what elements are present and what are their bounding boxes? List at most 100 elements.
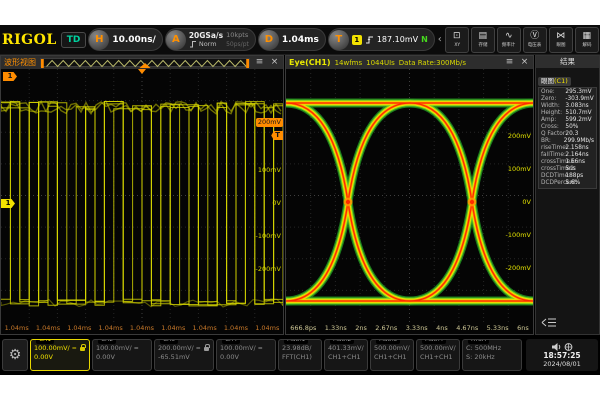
toolbar-prev-icon[interactable]: ‹: [437, 34, 443, 45]
sample-rate-group: 20GSa/s Norm: [189, 31, 223, 49]
acquire-knob[interactable]: A: [166, 30, 186, 50]
trigger-source-badge: 1: [352, 35, 362, 45]
results-tab-eye[interactable]: 眼图(C1): [538, 77, 571, 86]
eye-titlebar[interactable]: Eye(CH1) 14wfms 1044UIs Data Rate:300Mb/…: [286, 56, 533, 69]
math-scale: 500.00mV/: [420, 344, 456, 353]
horizontal-knob[interactable]: H: [89, 30, 109, 50]
top-toolbar: RIGOL T D H 10.00ns/ A 20GSa/s Norm 10kpt…: [0, 25, 600, 55]
dc-coupling-icon: =: [72, 344, 77, 353]
result-row: Zero:-303.9mV: [541, 96, 594, 103]
trigger-position-icon[interactable]: [138, 69, 146, 74]
result-row: Cross:50%: [541, 124, 594, 131]
measurement-label: DCDPercent:: [541, 180, 565, 187]
x-axis-label: 4ns: [436, 324, 448, 332]
measurement-value: 2.164ns: [565, 152, 588, 159]
measurement-value: 2.158ns: [565, 145, 588, 152]
trigger-control[interactable]: T 1 187.10mV N: [328, 28, 435, 51]
math-function: CH1+CH1: [420, 353, 456, 362]
delay-knob[interactable]: D: [259, 30, 279, 50]
measurement-value: 3.083ns: [565, 103, 588, 110]
channel-block-ch3[interactable]: CH3200.00mV/=-65.51mV: [154, 339, 214, 371]
x-axis-label: 1.04ms: [255, 324, 279, 332]
eye-diagram-button[interactable]: ⋈眼图: [549, 27, 573, 53]
measurement-label: crossTime2:: [541, 166, 565, 173]
channel-scale: 100.00mV/=: [34, 344, 86, 353]
sample-rate: 20GSa/s: [189, 31, 223, 40]
eye-plot-area[interactable]: [286, 69, 533, 322]
result-row: DCDTime:188ps: [541, 173, 594, 180]
x-axis-label: 5.33ns: [487, 324, 509, 332]
dc-coupling-icon: =: [134, 344, 139, 353]
math-tab: Math3: [376, 339, 400, 344]
window-close-icon[interactable]: ×: [269, 57, 280, 68]
toolbar-button-label: 解码: [582, 42, 591, 47]
measurement-value: 188ps: [565, 173, 583, 180]
trigger-knob[interactable]: T: [329, 30, 349, 50]
x-axis-label: 4.67ns: [456, 324, 478, 332]
window-menu-icon[interactable]: ≡: [504, 57, 515, 68]
results-header: 结果: [536, 56, 599, 68]
x-axis-label: 1.04ms: [36, 324, 60, 332]
trigger-level-value: 187.10mV: [377, 35, 418, 44]
storage-icon: ▤: [479, 31, 488, 42]
measurement-label: Height:: [541, 110, 565, 117]
math-block-math3[interactable]: Math3500.00mV/CH1+CH1: [370, 339, 414, 371]
sample-resolution: 50ps/pt: [226, 40, 249, 49]
delay-value: 1.04ms: [282, 35, 319, 45]
channel-tab: CH1: [36, 339, 54, 344]
toolbar-button-label: 频率计: [502, 42, 516, 47]
channel-block-ch2[interactable]: CH2100.00mV/=0.00V: [92, 339, 152, 371]
channel-scale: 100.00mV/=: [220, 344, 272, 353]
y-axis-label: 0V: [522, 198, 531, 206]
waveform-overview-strip[interactable]: [40, 58, 250, 67]
math-block-math1[interactable]: Math123.98dB/FFT(CH1): [278, 339, 322, 371]
voltmeter-icon: Ⓥ: [530, 31, 539, 42]
toolbar: ⊡XY▤存储∿频率计Ⓥ电压表⋈眼图▦解码◉波形录制: [445, 27, 600, 53]
settings-gear-button[interactable]: ⚙: [2, 339, 28, 371]
sidebar-menu-icon[interactable]: [541, 317, 557, 328]
waveform-plot: [1, 69, 283, 322]
math-tab: Math1: [284, 339, 308, 344]
channel-blocks: CH1100.00mV/=0.00VCH2100.00mV/=0.00VCH32…: [30, 339, 276, 371]
rigol-logo: RIGOL: [2, 32, 57, 48]
clock-block[interactable]: 18:57:25 2024/08/01: [526, 339, 598, 371]
counter-button[interactable]: ∿频率计: [497, 27, 521, 53]
math-function: FFT(CH1): [282, 353, 318, 362]
eye-uis-count: 1044UIs: [366, 59, 395, 67]
delay-control[interactable]: D 1.04ms: [258, 28, 326, 51]
math-scale: 23.98dB/: [282, 344, 318, 353]
measurement-label: fallTime:: [541, 152, 565, 159]
math-scale: 500.00mV/: [374, 344, 410, 353]
y-axis-label: -100mV: [255, 232, 281, 240]
decode-icon: ▦: [583, 31, 592, 42]
voltmeter-button[interactable]: Ⓥ电压表: [523, 27, 547, 53]
storage-button[interactable]: ▤存储: [471, 27, 495, 53]
acquisition-control[interactable]: A 20GSa/s Norm 10kpts 50ps/pt: [165, 28, 256, 51]
measurement-label: Width:: [541, 103, 565, 110]
window-menu-icon[interactable]: ≡: [254, 57, 265, 68]
measurement-value: 599.2mV: [565, 117, 591, 124]
toolbar-button-label: 电压表: [528, 42, 542, 47]
eye-data-rate: Data Rate:300Mb/s: [399, 59, 466, 67]
horizontal-scale-control[interactable]: H 10.00ns/: [88, 28, 163, 51]
channel-block-ch4[interactable]: CH4100.00mV/=0.00V: [216, 339, 276, 371]
channel-block-ch1[interactable]: CH1100.00mV/=0.00V: [30, 339, 90, 371]
result-row: crossTime1:1.66ns: [541, 159, 594, 166]
waveform-plot-area[interactable]: [1, 69, 283, 322]
system-time: 18:57:25: [543, 352, 580, 360]
memory-depth: 10kpts: [226, 31, 249, 40]
measurement-label: Amp:: [541, 117, 565, 124]
xy-mode-button[interactable]: ⊡XY: [445, 27, 469, 53]
memory-depth-group: 10kpts 50ps/pt: [226, 31, 249, 49]
y-axis-label: 200mV: [508, 132, 531, 140]
rtsa-block[interactable]: RTSA C: 500MHz S: 20kHz: [462, 339, 522, 371]
result-row: Q Factor:20.3: [541, 131, 594, 138]
overview-plot: [41, 59, 249, 68]
decode-button[interactable]: ▦解码: [575, 27, 599, 53]
math-block-math2[interactable]: Math2401.33mV/CH1+CH1: [324, 339, 368, 371]
waveform-titlebar[interactable]: 波形视图 ≡ ×: [1, 56, 283, 69]
window-close-icon[interactable]: ×: [519, 57, 530, 68]
math-block-math4[interactable]: Math4500.00mV/CH1+CH1: [416, 339, 460, 371]
measurement-value: 20.3: [565, 131, 578, 138]
horizontal-scale-value: 10.00ns/: [112, 35, 156, 45]
